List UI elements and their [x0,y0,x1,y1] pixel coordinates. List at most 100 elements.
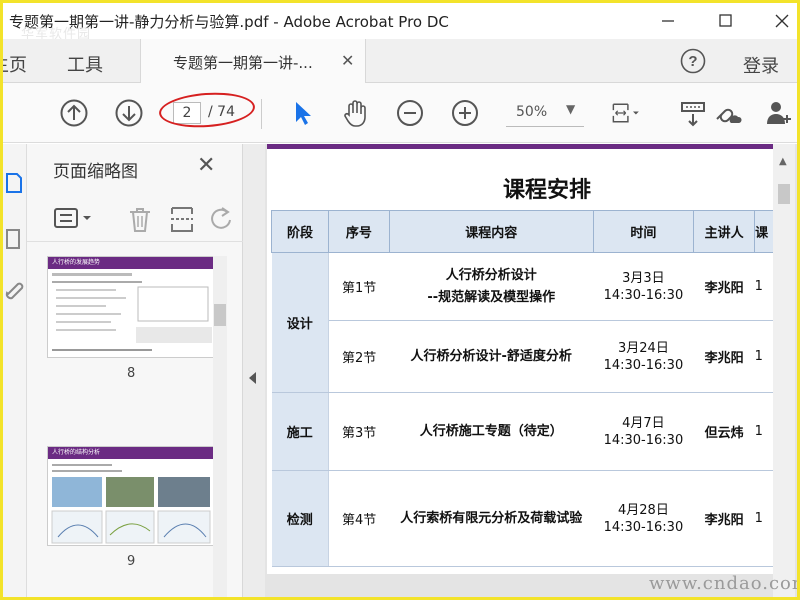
session-cell: 第1节 [328,252,390,321]
stamp-down-icon [681,102,705,127]
add-user-icon [767,102,791,124]
toolbar: 2 / 74 50% ▼ [3,83,797,143]
cursor-arrow-icon [296,102,311,125]
speaker-cell: 李兆阳 [693,470,755,567]
panel-collapse-handle[interactable] [243,144,265,597]
select-tool-button[interactable] [287,97,319,129]
document-tab-label: 专题第一期第一讲-... [173,54,313,72]
site-watermark: www.cndao.com [649,573,800,594]
thumbnail-page[interactable]: 人行桥的结构分析 [47,446,215,546]
time-text: 14:30-16:30 [603,519,684,535]
prev-page-button[interactable] [58,97,90,129]
session-cell: 第2节 [328,320,390,393]
scrollbar-thumb[interactable] [214,304,226,326]
panel-close-icon[interactable]: ✕ [197,153,215,178]
schedule-table: 阶段 序号 课程内容 时间 主讲人 课 设计 第1节 人行桥分析设计 --规范解… [271,210,775,567]
help-button[interactable]: ? [680,48,706,74]
rotate-icon [211,207,231,229]
thumbnail-preview [52,273,212,351]
column-header: 课程内容 [388,210,594,253]
thumbnail-scrollbar[interactable] [213,256,227,597]
fit-page-button[interactable] [609,97,653,129]
hand-icon [344,100,366,127]
thumbnail-toolbar [27,196,243,242]
scrollbar-thumb[interactable] [778,184,790,204]
extra-cell: 1 [754,320,775,393]
app-window: 专题第一期第一讲-静力分析与验算.pdf - Adobe Acrobat Pro… [0,0,800,600]
close-icon [775,14,789,28]
maximize-button[interactable] [711,9,741,33]
comment-tool-button[interactable] [677,97,709,129]
link-cloud-icon [716,108,742,123]
options-menu-icon [54,208,91,228]
title-bar: 专题第一期第一讲-静力分析与验算.pdf - Adobe Acrobat Pro… [3,3,797,42]
toolbar-divider [261,99,262,129]
hand-tool-button[interactable] [340,97,372,129]
thumbnail-page-number: 9 [127,554,136,569]
chevron-down-icon: ▼ [566,102,576,116]
minus-circle-icon [397,100,423,126]
date-text: 3月24日 [618,340,669,356]
thumbnail-page-number: 8 [127,366,136,381]
left-tool-strip [3,144,27,597]
extra-cell: 1 [754,392,775,471]
fit-width-icon [612,103,639,123]
table-row: 第2节 人行桥分析设计-舒适度分析 3月24日 14:30-16:30 李兆阳 … [272,320,775,393]
speaker-cell: 李兆阳 [693,320,755,393]
document-scrollbar[interactable]: ▲ [773,144,795,597]
table-row: 检测 第4节 人行索桥有限元分析及荷载试验 4月28日 14:30-16:30 … [271,470,775,567]
thumbnail-preview [51,464,211,544]
column-header: 序号 [327,210,390,253]
document-tab[interactable]: 专题第一期第一讲-... ✕ [140,39,366,83]
stage-cell: 检测 [271,470,329,567]
menu-home[interactable]: 主页 [3,51,27,77]
minimize-button[interactable] [653,9,683,33]
extra-cell: 1 [754,470,775,567]
zoom-level-select[interactable]: 50% ▼ [506,99,584,127]
thumbnail-heading: 人行桥的结构分析 [48,447,214,459]
panel-title: 页面缩略图 [53,162,138,182]
date-text: 4月28日 [618,502,669,518]
time-cell: 3月24日 14:30-16:30 [593,320,694,393]
time-cell: 3月3日 14:30-16:30 [593,252,694,321]
time-cell: 4月28日 14:30-16:30 [593,470,694,567]
extra-cell: 1 [754,252,775,321]
trash-icon [130,208,150,232]
tab-close-icon[interactable]: ✕ [341,51,354,70]
speaker-cell: 李兆阳 [693,252,755,321]
insert-page-icon [171,207,193,232]
thumbnail-options-button[interactable] [53,204,97,234]
rotate-page-button[interactable] [207,204,237,234]
collapse-arrow-icon [249,372,256,384]
content-line: --规范解读及模型操作 [427,289,556,305]
maximize-icon [719,14,732,27]
content-cell: 人行桥分析设计 --规范解读及模型操作 [389,252,594,321]
share-link-button[interactable] [711,97,743,129]
add-user-button[interactable] [763,97,795,129]
page-accent-line [267,144,775,149]
content-cell: 人行桥施工专题（待定） [389,392,594,471]
thumbnail-page[interactable]: 人行桥的发展趋势 [47,256,215,358]
minimize-icon [662,20,674,22]
zoom-in-button[interactable] [449,97,481,129]
thumbnail-panel: 页面缩略图 ✕ 人行桥的发展趋势 8 人行桥的结构分析 9 [27,144,243,597]
close-window-button[interactable] [767,9,797,33]
login-button[interactable]: 登录 [743,52,779,78]
next-page-button[interactable] [113,97,145,129]
menu-tools[interactable]: 工具 [67,51,103,77]
scroll-up-icon[interactable]: ▲ [779,156,787,167]
table-row: 设计 第1节 人行桥分析设计 --规范解读及模型操作 3月3日 14:30-16… [271,252,775,393]
pdf-page: 课程安排 阶段 序号 课程内容 时间 主讲人 课 设计 第1节 人行桥分析设计 … [267,144,775,574]
zoom-out-button[interactable] [394,97,426,129]
time-text: 14:30-16:30 [603,357,684,373]
document-view: 课程安排 阶段 序号 课程内容 时间 主讲人 课 设计 第1节 人行桥分析设计 … [265,144,797,597]
document-heading: 课程安排 [502,178,591,203]
column-header: 时间 [592,210,695,253]
stage-cell: 设计 [271,252,329,393]
speaker-cell: 但云炜 [693,392,755,471]
delete-page-button[interactable] [125,204,155,234]
column-header: 主讲人 [693,210,756,253]
insert-page-button[interactable] [167,204,197,234]
thumbnail-heading: 人行桥的发展趋势 [48,257,214,269]
table-header-row: 阶段 序号 课程内容 时间 主讲人 课 [271,210,775,253]
